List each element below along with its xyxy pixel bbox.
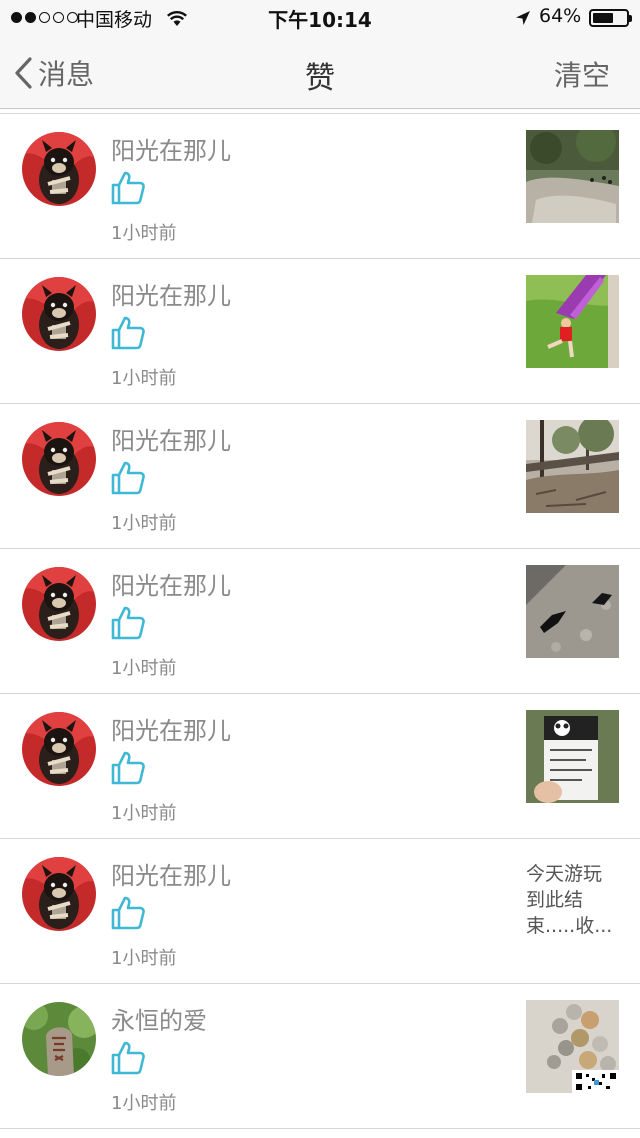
thumbs-up-icon <box>110 170 146 206</box>
status-bar: 中国移动 下午10:14 64% <box>0 0 640 36</box>
like-list-item[interactable]: 阳光在那儿 1小时前 <box>0 114 640 259</box>
post-thumbnail[interactable] <box>526 420 619 513</box>
username[interactable]: 阳光在那儿 <box>111 711 231 746</box>
post-thumbnail[interactable] <box>526 130 619 223</box>
timestamp: 1小时前 <box>111 658 177 679</box>
thumbs-up-icon <box>110 750 146 786</box>
post-text-preview[interactable]: 今天游玩到此结束.....收... <box>526 861 618 939</box>
user-avatar[interactable] <box>22 857 96 931</box>
thumbs-up-icon <box>110 460 146 496</box>
username[interactable]: 阳光在那儿 <box>111 566 231 601</box>
timestamp: 1小时前 <box>111 368 177 389</box>
timestamp: 1小时前 <box>111 948 177 969</box>
user-avatar[interactable] <box>22 712 96 786</box>
battery-percent: 64% <box>539 5 582 27</box>
timestamp: 1小时前 <box>111 803 177 824</box>
post-thumbnail[interactable] <box>526 710 619 803</box>
like-list-item[interactable]: 阳光在那儿 1小时前 <box>0 549 640 694</box>
timestamp: 1小时前 <box>111 223 177 244</box>
post-thumbnail[interactable] <box>526 275 619 368</box>
nav-bar: 消息 赞 清空 <box>0 36 640 109</box>
like-list-item[interactable]: 阳光在那儿 1小时前 <box>0 694 640 839</box>
username[interactable]: 阳光在那儿 <box>111 276 231 311</box>
username[interactable]: 阳光在那儿 <box>111 421 231 456</box>
thumbs-up-icon <box>110 1040 146 1076</box>
user-avatar[interactable] <box>22 422 96 496</box>
like-list: 阳光在那儿 1小时前 阳光在那儿 1小时前 阳光在那儿 1小时前 阳光在那儿 1… <box>0 113 640 1129</box>
thumbs-up-icon <box>110 315 146 351</box>
post-thumbnail[interactable] <box>526 1000 619 1093</box>
username[interactable]: 阳光在那儿 <box>111 131 231 166</box>
timestamp: 1小时前 <box>111 513 177 534</box>
thumbs-up-icon <box>110 895 146 931</box>
timestamp: 1小时前 <box>111 1093 177 1114</box>
user-avatar[interactable] <box>22 132 96 206</box>
like-list-item[interactable]: 阳光在那儿 1小时前 <box>0 404 640 549</box>
username[interactable]: 阳光在那儿 <box>111 856 231 891</box>
location-arrow-icon <box>516 11 530 25</box>
username[interactable]: 永恒的爱 <box>111 1001 207 1036</box>
user-avatar[interactable] <box>22 1002 96 1076</box>
page-title: 赞 <box>305 61 335 96</box>
thumbs-up-icon <box>110 605 146 641</box>
post-thumbnail[interactable] <box>526 565 619 658</box>
battery-icon <box>589 9 632 27</box>
battery-fill <box>593 13 613 23</box>
like-list-item[interactable]: 永恒的爱 1小时前 <box>0 984 640 1129</box>
user-avatar[interactable] <box>22 567 96 641</box>
like-list-item[interactable]: 阳光在那儿 1小时前 今天游玩到此结束.....收... <box>0 839 640 984</box>
clear-button[interactable]: 清空 <box>554 54 610 94</box>
user-avatar[interactable] <box>22 277 96 351</box>
like-list-item[interactable]: 阳光在那儿 1小时前 <box>0 259 640 404</box>
